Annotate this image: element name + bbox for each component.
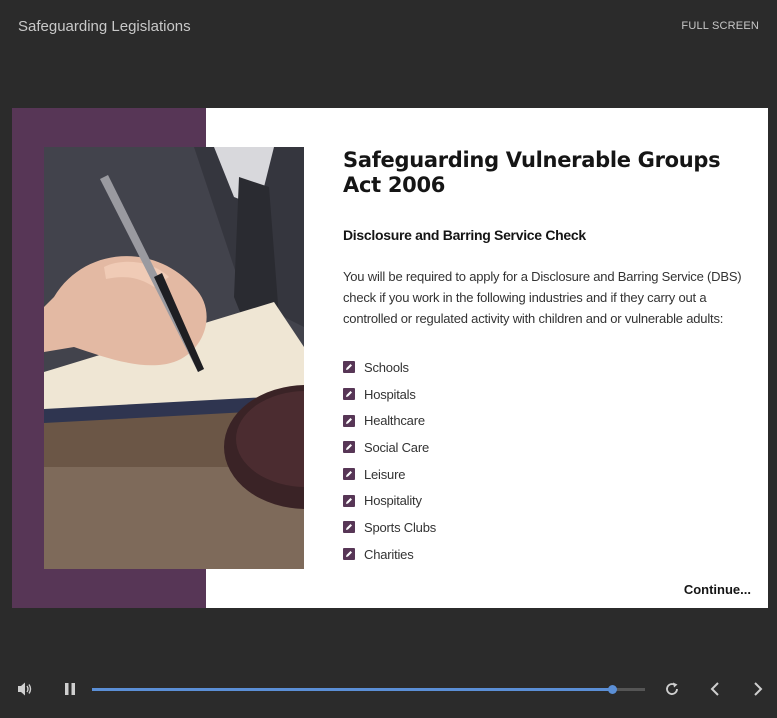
pencil-icon: [343, 414, 355, 427]
pencil-icon: [343, 468, 355, 481]
volume-icon[interactable]: [16, 681, 34, 702]
writing-hand-photo: [44, 147, 304, 569]
list-item: Sports Clubs: [343, 514, 743, 541]
slide-subheading: Disclosure and Barring Service Check: [343, 227, 586, 243]
list-item-label: Hospitality: [364, 493, 422, 509]
pencil-icon: [343, 548, 355, 561]
progress-handle[interactable]: [607, 685, 617, 694]
list-item-label: Hospitals: [364, 386, 416, 402]
list-item: Leisure: [343, 461, 743, 488]
course-title: Safeguarding Legislations: [18, 18, 191, 35]
list-item-label: Charities: [364, 546, 414, 562]
replay-icon[interactable]: [664, 681, 680, 702]
continue-link[interactable]: Continue...: [684, 582, 751, 597]
list-item: Hospitality: [343, 487, 743, 514]
player-controls: [0, 672, 777, 708]
fullscreen-button[interactable]: FULL SCREEN: [681, 20, 759, 32]
previous-icon[interactable]: [708, 681, 722, 702]
next-icon[interactable]: [751, 681, 765, 702]
list-item-label: Schools: [364, 359, 409, 375]
list-item: Healthcare: [343, 407, 743, 434]
list-item-label: Healthcare: [364, 413, 425, 429]
slide-heading: Safeguarding Vulnerable Groups Act 2006: [343, 148, 721, 197]
slide: Safeguarding Vulnerable Groups Act 2006 …: [12, 108, 768, 608]
pause-icon[interactable]: [64, 682, 76, 701]
list-item: Social Care: [343, 434, 743, 461]
pencil-icon: [343, 521, 355, 534]
list-item: Schools: [343, 354, 743, 381]
slide-body-text: You will be required to apply for a Disc…: [343, 269, 742, 326]
pencil-icon: [343, 388, 355, 401]
list-item: Hospitals: [343, 381, 743, 408]
industry-list: Schools Hospitals Healthcare Social Care…: [343, 354, 743, 568]
pencil-icon: [343, 361, 355, 374]
progress-fill: [92, 688, 612, 691]
list-item-label: Leisure: [364, 466, 406, 482]
list-item-label: Social Care: [364, 439, 429, 455]
pencil-icon: [343, 441, 355, 454]
player-header: Safeguarding Legislations FULL SCREEN: [0, 0, 777, 54]
list-item-label: Sports Clubs: [364, 519, 437, 535]
slide-content: Safeguarding Vulnerable Groups Act 2006 …: [343, 148, 743, 568]
progress-slider[interactable]: [92, 685, 645, 694]
pencil-icon: [343, 494, 355, 507]
list-item: Charities: [343, 541, 743, 568]
